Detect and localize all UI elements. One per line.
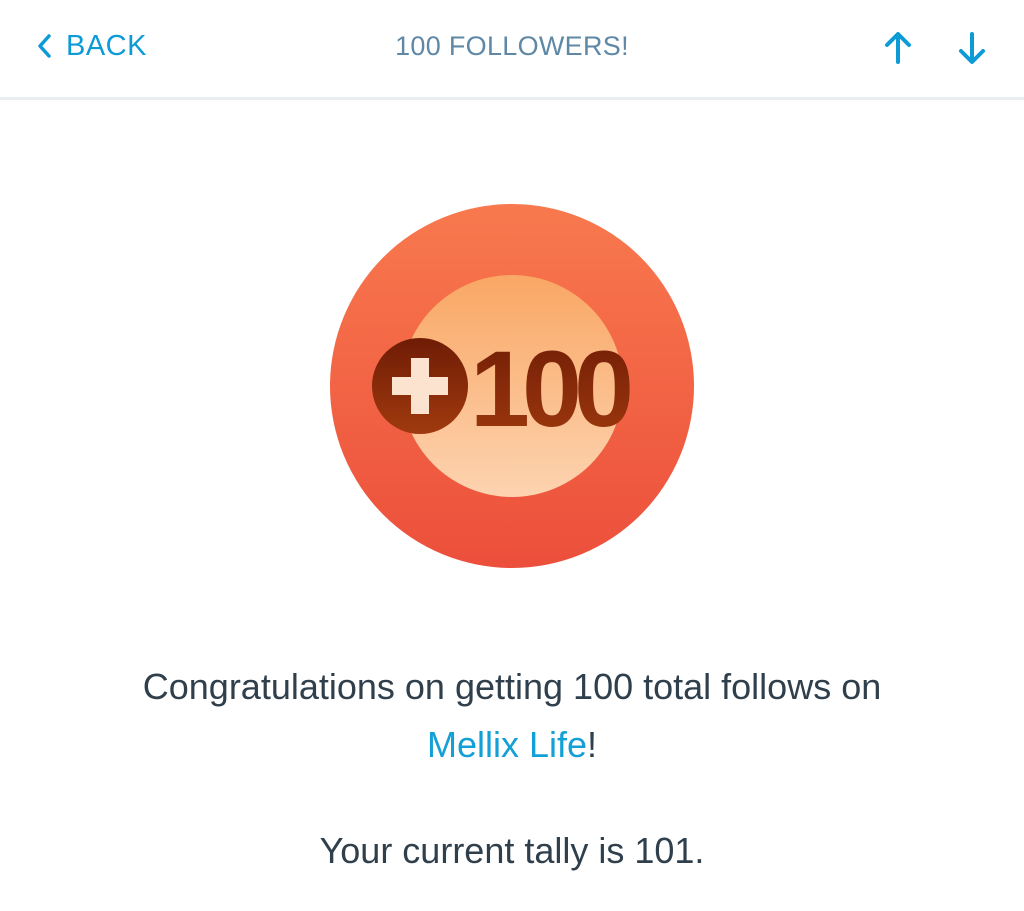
congratulations-message: Congratulations on getting 100 total fol… — [60, 658, 964, 774]
next-notification-button[interactable] — [956, 30, 988, 66]
arrow-down-icon — [959, 32, 985, 64]
page-title: 100 FOLLOWERS! — [395, 31, 629, 61]
achievement-badge: 100 — [330, 204, 694, 568]
site-link[interactable]: Mellix Life — [427, 724, 587, 765]
message-suffix: ! — [587, 724, 598, 765]
tally-text: Your current tally is 101. — [319, 830, 705, 871]
message-prefix: Congratulations on getting 100 total fol… — [142, 666, 882, 707]
top-bar: BACK 100 FOLLOWERS! — [0, 0, 1024, 100]
plus-100-badge-icon: 100 — [330, 204, 694, 568]
badge-number: 100 — [470, 328, 630, 449]
arrow-up-icon — [885, 32, 911, 64]
previous-notification-button[interactable] — [882, 30, 914, 66]
